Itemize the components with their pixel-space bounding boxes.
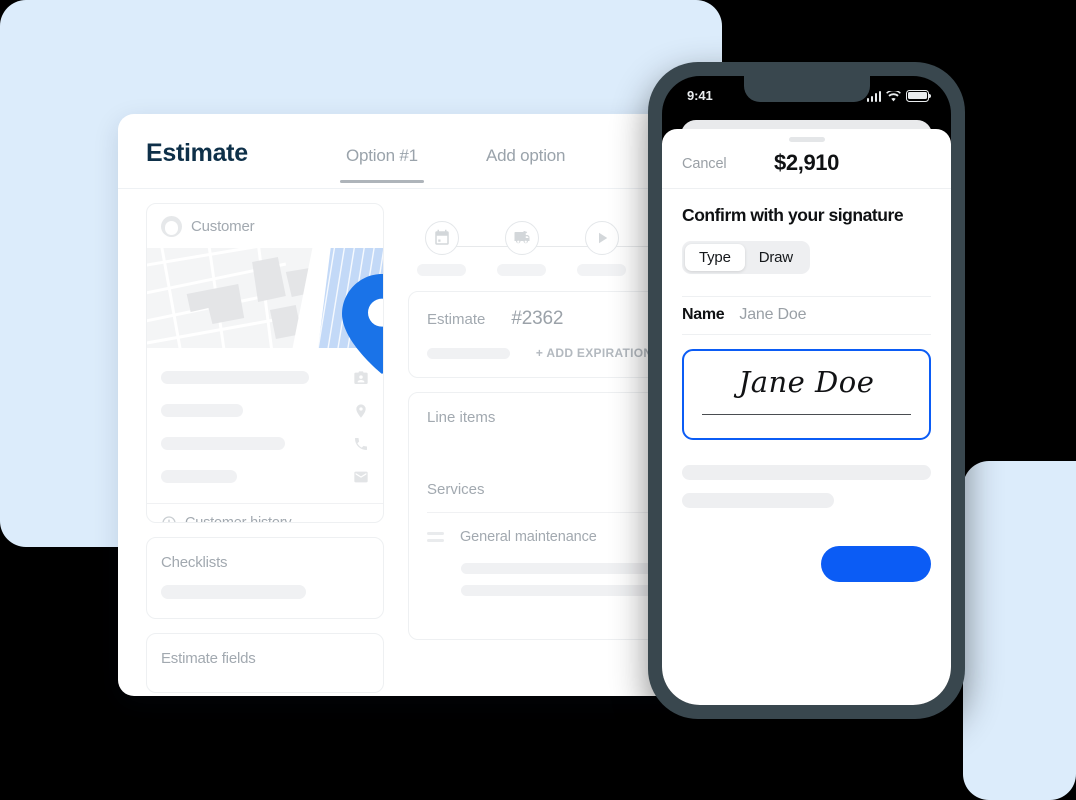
customer-history-label: Customer history (185, 515, 292, 523)
desktop-body: Customer Customer history Checklists Est… (118, 189, 718, 696)
estimate-fields-card-title: Estimate fields (161, 650, 256, 667)
page-title: Estimate (146, 139, 248, 167)
cancel-button[interactable]: Cancel (682, 156, 727, 172)
estimate-fields-card[interactable]: Estimate fields (146, 633, 384, 693)
service-name: General maintenance (460, 529, 597, 545)
estimate-label: Estimate (427, 311, 486, 328)
contact-row-phone (161, 427, 369, 460)
status-bar-icons (866, 90, 932, 102)
contact-row-location (161, 394, 369, 427)
skeleton-bar (161, 470, 237, 483)
signature-bottom-sheet: Cancel $2,910 Confirm with your signatur… (662, 129, 951, 705)
contact-row-mail (161, 460, 369, 493)
screenshot-root: Estimate Option #1 Add option Customer C… (0, 0, 1076, 800)
decorative-blue-panel-bottom-right (963, 461, 1076, 800)
segment-type[interactable]: Type (685, 244, 745, 271)
sheet-topbar: Cancel $2,910 (662, 142, 951, 189)
confirm-signature-heading: Confirm with your signature (682, 205, 904, 225)
customer-card: Customer Customer history (146, 203, 384, 523)
tab-add-option[interactable]: Add option (486, 146, 565, 166)
tab-option-1[interactable]: Option #1 (340, 146, 424, 183)
battery-icon (906, 90, 932, 102)
step-label-placeholder (417, 264, 466, 276)
skeleton-bar (161, 585, 306, 599)
desktop-header: Estimate Option #1 Add option (118, 114, 718, 189)
step-start-job[interactable] (585, 221, 619, 255)
name-value: Jane Doe (739, 306, 807, 323)
signature-input-box[interactable]: Jane Doe (682, 349, 931, 440)
signature-preview-text: Jane Doe (738, 365, 875, 399)
checklists-card[interactable]: Checklists (146, 537, 384, 619)
step-dispatch-truck[interactable] (505, 221, 539, 255)
signature-mode-segmented-control: Type Draw (682, 241, 810, 274)
clock-history-icon (161, 515, 177, 522)
signal-bars-icon (866, 90, 881, 102)
status-bar-time: 9:41 (687, 88, 713, 103)
skeleton-bar (682, 465, 931, 480)
step-calendar[interactable] (425, 221, 459, 255)
submit-signature-button[interactable] (821, 546, 931, 582)
location-pin-icon (353, 403, 369, 419)
customer-map[interactable] (147, 248, 383, 374)
phone-notch (743, 76, 870, 102)
calendar-icon (435, 229, 449, 245)
checklists-card-title: Checklists (161, 554, 228, 571)
customer-history-link[interactable]: Customer history (147, 503, 383, 523)
mail-icon (353, 469, 369, 485)
step-label-placeholder (577, 264, 626, 276)
truck-icon (514, 230, 530, 244)
signature-underline (702, 413, 911, 415)
estimate-number: #2362 (511, 308, 564, 329)
play-icon (599, 232, 608, 244)
phone-mockup: 9:41 Cancel $2,910 Confirm with your sig… (648, 62, 965, 719)
phone-icon (353, 436, 369, 452)
estimate-desktop-window: Estimate Option #1 Add option Customer C… (118, 114, 718, 696)
drag-handle-icon[interactable] (427, 532, 444, 542)
avatar-icon (161, 216, 182, 237)
name-field-row[interactable]: Name Jane Doe (682, 296, 931, 335)
skeleton-bar (161, 437, 285, 450)
skeleton-bar (161, 404, 243, 417)
skeleton-bar (427, 347, 510, 359)
segment-draw[interactable]: Draw (745, 244, 807, 271)
customer-card-header: Customer (147, 204, 383, 248)
phone-screen: 9:41 Cancel $2,910 Confirm with your sig… (662, 76, 951, 705)
amount-total: $2,910 (774, 150, 839, 175)
map-pin-icon (342, 274, 383, 374)
wifi-icon (886, 90, 901, 102)
name-label: Name (682, 306, 725, 323)
customer-card-title: Customer (191, 218, 255, 235)
skeleton-bar (682, 493, 834, 508)
sheet-body: Confirm with your signature Type Draw Na… (662, 189, 951, 582)
left-column: Customer Customer history Checklists Est… (146, 203, 384, 693)
step-label-placeholder (497, 264, 546, 276)
